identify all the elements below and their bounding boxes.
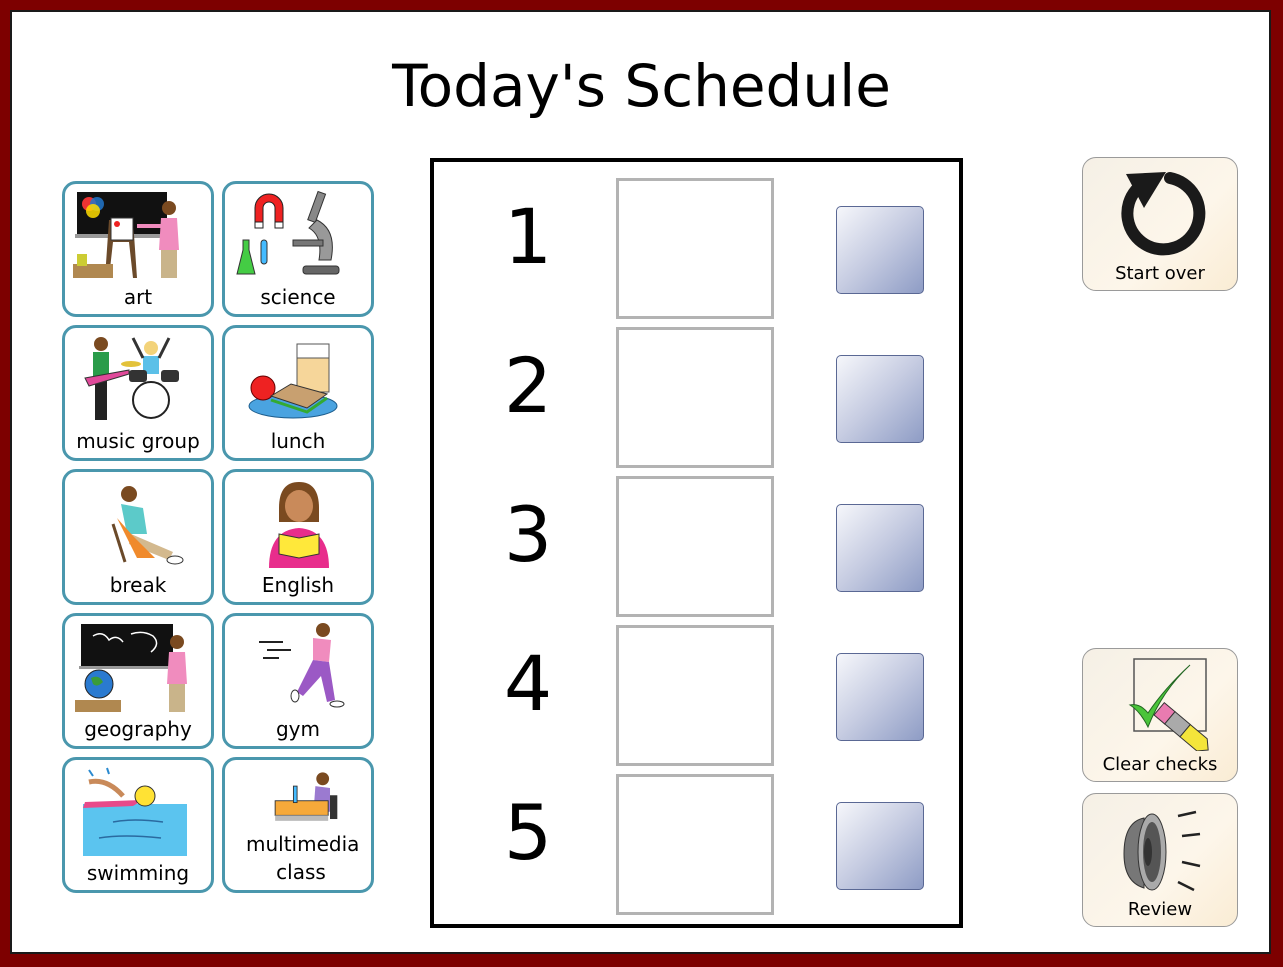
multimedia-computer-icon (274, 772, 338, 821)
english-reading-book-icon (269, 482, 329, 568)
completion-checkbox[interactable] (836, 653, 924, 741)
art-painting-icon (73, 192, 179, 278)
schedule-row: 4 (434, 609, 959, 766)
restart-arrow-icon (1121, 172, 1206, 256)
schedule-slot-drop-target[interactable] (616, 327, 774, 468)
erase-check-icon (1128, 658, 1209, 751)
lunch-sandwich-icon (248, 343, 338, 419)
activity-label: geography (84, 717, 192, 741)
activity-tile-geography[interactable]: geography (62, 613, 214, 749)
swimming-icon (83, 767, 187, 856)
activity-label: gym (275, 717, 320, 741)
activity-label: music group (76, 429, 200, 453)
start-over-button[interactable]: Start over (1082, 157, 1238, 291)
schedule-row: 3 (434, 460, 959, 617)
completion-checkbox[interactable] (836, 802, 924, 890)
slot-number: 3 (503, 490, 553, 579)
activity-label: lunch (270, 429, 326, 453)
activity-label: multimedia class (246, 832, 360, 884)
completion-checkbox[interactable] (836, 206, 924, 294)
activity-tile-lunch[interactable]: lunch (222, 325, 374, 461)
slot-number: 2 (503, 341, 553, 430)
activity-tile-gym[interactable]: gym (222, 613, 374, 749)
gym-running-icon (259, 623, 345, 708)
completion-checkbox[interactable] (836, 355, 924, 443)
activity-label: English (261, 573, 335, 597)
schedule-row: 1 (434, 162, 959, 319)
music-group-band-icon (84, 337, 179, 420)
slot-number: 5 (503, 788, 553, 877)
science-microscope-icon (236, 190, 340, 275)
activity-tile-multimedia-class[interactable]: multimedia class (222, 757, 374, 893)
speaker-icon (1123, 810, 1201, 892)
activity-label: break (109, 573, 167, 597)
activity-label: swimming (86, 861, 190, 885)
activity-tile-english[interactable]: English (222, 469, 374, 605)
activity-label: art (123, 285, 153, 309)
activity-label: science (260, 285, 336, 309)
clear-checks-label: Clear checks (1102, 754, 1218, 775)
activity-tile-science[interactable]: science (222, 181, 374, 317)
schedule-row: 5 (434, 758, 959, 915)
slot-number: 1 (503, 192, 553, 281)
schedule-board: 1 2 3 4 5 (430, 158, 963, 928)
activity-tile-swimming[interactable]: swimming (62, 757, 214, 893)
review-button[interactable]: Review (1082, 793, 1238, 927)
break-relaxing-icon (111, 486, 184, 565)
schedule-slot-drop-target[interactable] (616, 476, 774, 617)
schedule-row: 2 (434, 311, 959, 468)
completion-checkbox[interactable] (836, 504, 924, 592)
activity-tile-art[interactable]: art (62, 181, 214, 317)
slot-number: 4 (503, 639, 553, 728)
start-over-label: Start over (1115, 263, 1205, 284)
schedule-slot-drop-target[interactable] (616, 774, 774, 915)
geography-globe-icon (75, 624, 187, 712)
review-label: Review (1127, 899, 1193, 920)
schedule-slot-drop-target[interactable] (616, 178, 774, 319)
schedule-slot-drop-target[interactable] (616, 625, 774, 766)
page-title: Today's Schedule (392, 52, 891, 120)
clear-checks-button[interactable]: Clear checks (1082, 648, 1238, 782)
activity-tile-break[interactable]: break (62, 469, 214, 605)
activity-tile-music-group[interactable]: music group (62, 325, 214, 461)
